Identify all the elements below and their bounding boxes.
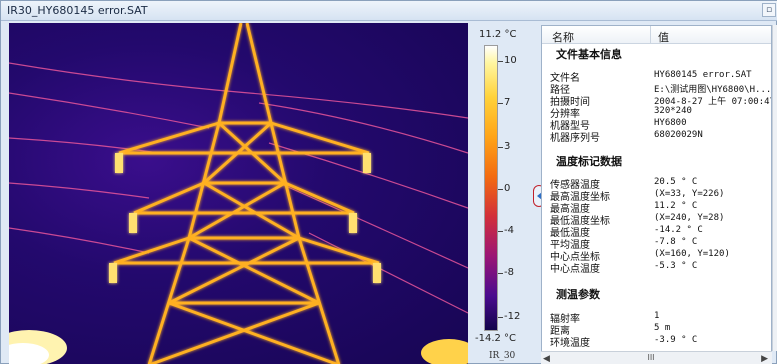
scale-tick: [498, 189, 503, 190]
property-value: 1: [654, 311, 660, 321]
scale-tick: [498, 103, 503, 104]
property-table-header: 名称 值: [542, 26, 771, 45]
scale-min-label: -14.2 °C: [475, 333, 517, 344]
panel-horizontal-scrollbar[interactable]: ◀ III ▶: [541, 351, 772, 364]
property-value: 11.2 ° C: [654, 201, 698, 211]
pylon-tower: [113, 23, 380, 364]
scrollbar-thumb[interactable]: III: [639, 354, 663, 362]
window-control-icon[interactable]: ▫: [762, 3, 776, 17]
property-value: HY680145 error.SAT: [654, 70, 752, 80]
property-name: 机器序列号: [550, 133, 600, 144]
scale-tick-label: 3: [504, 141, 511, 152]
title-bar: IR30_HY680145 error.SAT ▫: [1, 1, 777, 21]
image-source-label: IR_30: [489, 351, 516, 361]
column-header-name[interactable]: 名称: [552, 29, 574, 45]
chevron-left-icon[interactable]: ◀: [543, 354, 550, 364]
column-header-value[interactable]: 值: [658, 29, 669, 45]
property-value: -3.9 ° C: [654, 335, 698, 345]
group-title-file-info[interactable]: 文件基本信息: [556, 46, 622, 62]
property-value: 5 m: [654, 323, 671, 333]
column-divider[interactable]: [650, 26, 651, 44]
property-value: 20.5 ° C: [654, 177, 698, 187]
property-name: 环境温度: [550, 338, 590, 349]
panel-vertical-scrollbar[interactable]: [772, 25, 777, 351]
group-title-measurement-params[interactable]: 测温参数: [556, 286, 600, 302]
scale-tick-label: 0: [504, 183, 511, 194]
scale-max-label: 11.2 °C: [479, 29, 517, 40]
property-value: (X=240, Y=28): [654, 213, 725, 223]
property-name: 中心点温度: [550, 264, 600, 275]
property-value: -7.8 ° C: [654, 237, 698, 247]
scale-tick: [498, 147, 503, 148]
hot-spots: [9, 330, 468, 364]
scale-tick-label: -12: [504, 311, 521, 322]
property-panel: 名称 值 文件基本信息 文件名 HY680145 error.SAT 路径 E:…: [541, 25, 772, 364]
property-value: -14.2 ° C: [654, 225, 703, 235]
property-value: (X=33, Y=226): [654, 189, 725, 199]
color-scale-bar: [484, 45, 498, 331]
scale-tick: [498, 273, 503, 274]
scale-tick-label: -8: [504, 267, 514, 278]
property-value: HY6800: [654, 118, 687, 128]
chevron-right-icon[interactable]: ▶: [761, 354, 768, 364]
app-window: IR30_HY680145 error.SAT ▫ 11.2 °C 10 7 3…: [0, 0, 777, 364]
scale-tick: [498, 231, 503, 232]
power-lines: [9, 62, 468, 314]
scale-tick-label: 10: [504, 55, 517, 66]
window-title: IR30_HY680145 error.SAT: [7, 4, 148, 17]
property-value: 320*240: [654, 106, 692, 116]
scale-tick: [498, 317, 503, 318]
property-value: -5.3 ° C: [654, 261, 698, 271]
group-title-temperature-data[interactable]: 温度标记数据: [556, 153, 622, 169]
property-value: 68020029N: [654, 130, 703, 140]
thermal-scene: [9, 23, 468, 364]
property-value: (X=160, Y=120): [654, 249, 730, 259]
scale-tick-label: -4: [504, 225, 514, 236]
thermal-image[interactable]: [9, 23, 468, 364]
scale-tick-label: 7: [504, 97, 511, 108]
scale-tick: [498, 61, 503, 62]
